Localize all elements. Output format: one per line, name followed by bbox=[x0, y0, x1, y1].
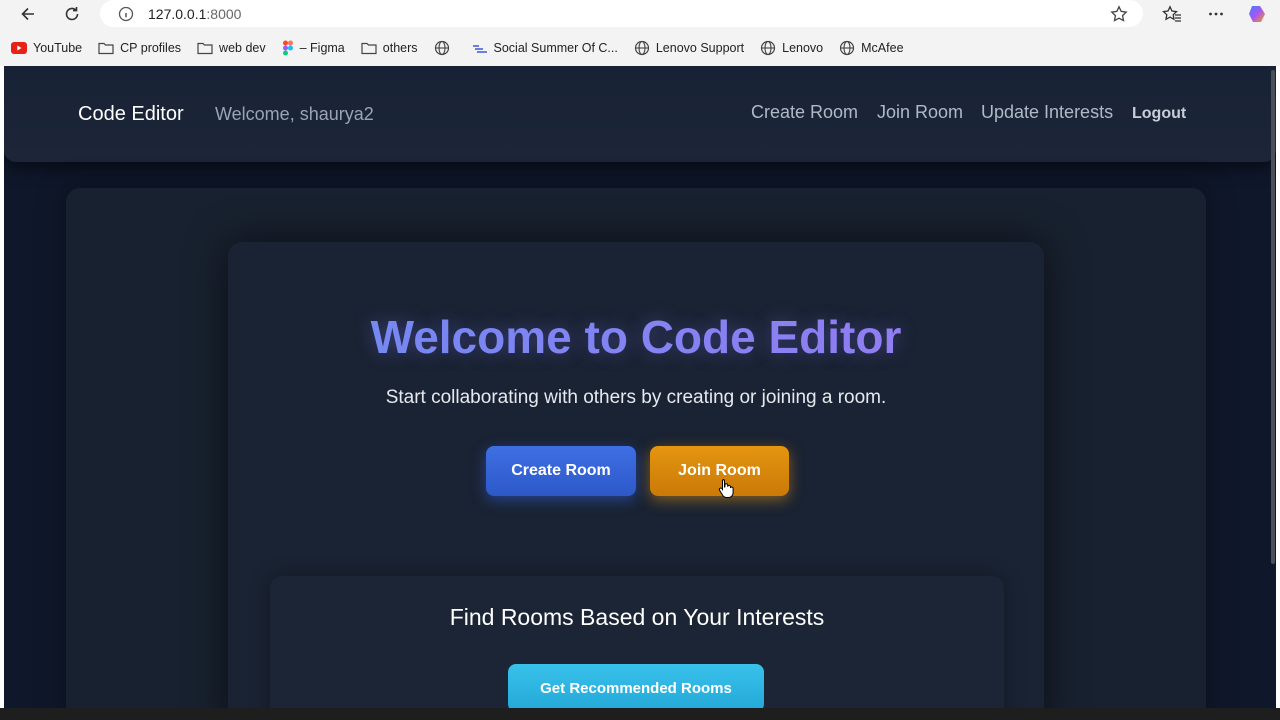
bookmarks-bar: YouTube CP profiles web dev – Figma othe… bbox=[0, 36, 1280, 60]
welcome-user-text: Welcome, shaurya2 bbox=[215, 104, 374, 124]
hand-cursor-icon bbox=[718, 479, 734, 498]
bookmark-lenovo-support[interactable]: Lenovo Support bbox=[634, 40, 744, 56]
web-page: Code Editor Welcome, shaurya2 Create Roo… bbox=[4, 66, 1276, 708]
bookmark-figma[interactable]: – Figma bbox=[282, 40, 345, 56]
folder-icon bbox=[98, 42, 114, 55]
bookmark-cp-profiles[interactable]: CP profiles bbox=[98, 41, 181, 55]
globe-icon bbox=[634, 40, 649, 56]
figma-icon bbox=[282, 40, 293, 56]
url-text: 127.0.0.1:8000 bbox=[148, 5, 242, 22]
create-room-button[interactable]: Create Room bbox=[486, 446, 636, 496]
globe-icon bbox=[840, 40, 855, 56]
bookmark-globe[interactable] bbox=[434, 40, 456, 56]
youtube-icon bbox=[11, 42, 27, 54]
copilot-icon[interactable] bbox=[1245, 2, 1271, 26]
nav-create-room-link[interactable]: Create Room bbox=[751, 102, 858, 123]
folder-icon bbox=[197, 42, 213, 55]
back-icon[interactable] bbox=[15, 2, 41, 26]
address-bar[interactable]: 127.0.0.1:8000 bbox=[100, 0, 1143, 27]
bookmark-social-summer-of-code[interactable]: Social Summer Of C... bbox=[472, 41, 618, 55]
interests-title: Find Rooms Based on Your Interests bbox=[449, 604, 825, 630]
bookmark-youtube[interactable]: YouTube bbox=[11, 41, 82, 55]
nav-update-interests-link[interactable]: Update Interests bbox=[981, 102, 1113, 123]
site-info-icon[interactable] bbox=[118, 6, 134, 22]
get-recommended-rooms-button[interactable]: Get Recommended Rooms bbox=[508, 664, 764, 708]
ssoc-icon bbox=[472, 45, 487, 53]
bookmark-others[interactable]: others bbox=[361, 41, 418, 55]
bookmark-lenovo[interactable]: Lenovo bbox=[760, 40, 823, 56]
site-navbar: Code Editor Welcome, shaurya2 Create Roo… bbox=[4, 66, 1276, 162]
nav-join-room-link[interactable]: Join Room bbox=[877, 102, 963, 123]
favorites-icon[interactable] bbox=[1159, 2, 1185, 26]
globe-icon bbox=[761, 40, 776, 56]
browser-toolbar: 127.0.0.1:8000 bbox=[0, 0, 1280, 30]
nav-logout-link[interactable]: Logout bbox=[1132, 105, 1186, 123]
favorite-star-icon[interactable] bbox=[1106, 2, 1132, 26]
hero-subtitle: Start collaborating with others by creat… bbox=[385, 387, 887, 408]
bookmark-web-dev[interactable]: web dev bbox=[197, 41, 266, 55]
globe-icon bbox=[434, 40, 449, 56]
brand-link[interactable]: Code Editor bbox=[78, 103, 184, 126]
page-scrollbar[interactable] bbox=[1268, 66, 1278, 708]
more-options-icon[interactable] bbox=[1203, 2, 1229, 26]
reload-icon[interactable] bbox=[59, 2, 85, 26]
bookmark-mcafee[interactable]: McAfee bbox=[839, 40, 904, 56]
hero-title: Welcome to Code Editor bbox=[228, 310, 1044, 364]
taskbar-strip bbox=[0, 708, 1280, 720]
folder-icon bbox=[361, 42, 377, 55]
